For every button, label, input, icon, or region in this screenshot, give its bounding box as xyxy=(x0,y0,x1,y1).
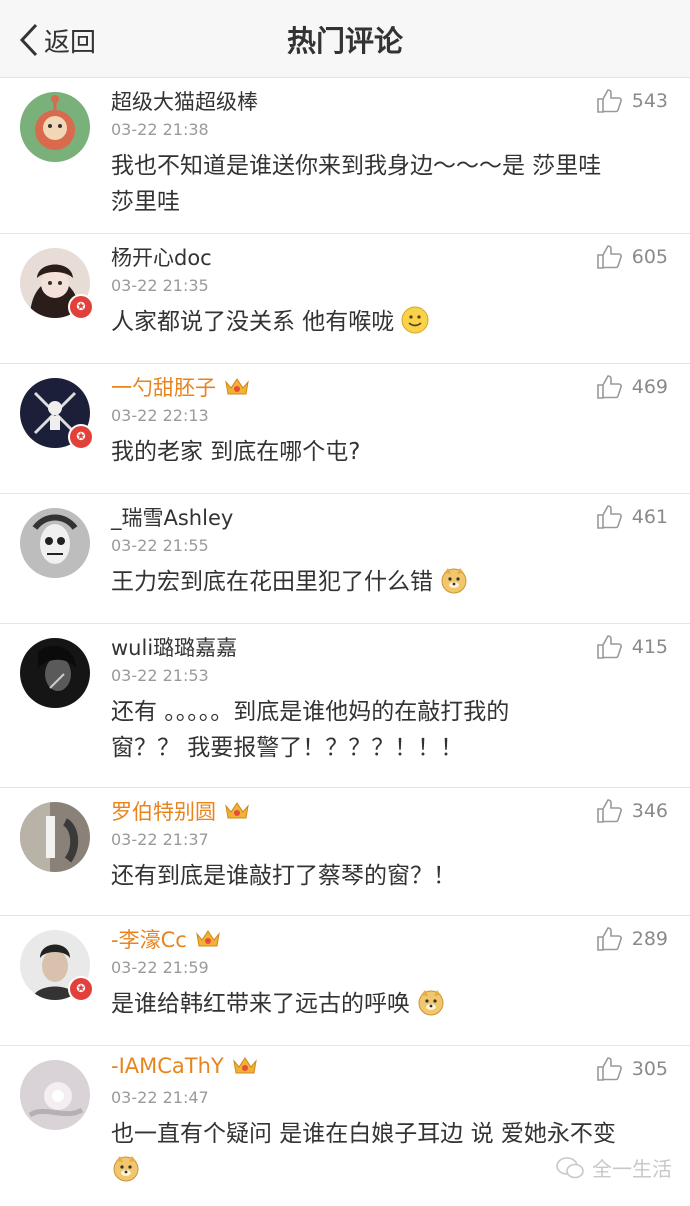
like-count: 305 xyxy=(631,1058,668,1080)
thumbs-up-icon xyxy=(596,375,622,399)
watermark: 全一生活 xyxy=(556,1153,672,1182)
comment-time: 03-22 22:13 xyxy=(111,406,209,425)
vip-crown-icon xyxy=(232,1055,258,1077)
like-count: 346 xyxy=(631,800,668,822)
avatar[interactable]: ✪ xyxy=(20,930,94,1002)
avatar[interactable] xyxy=(20,92,90,162)
comment-time: 03-22 21:55 xyxy=(111,536,209,555)
thumbs-up-icon xyxy=(596,799,622,823)
like-count: 605 xyxy=(631,246,668,268)
comment-text: 还有 。。。。。到底是谁他妈的在敲打我的 窗？？ 我要报警了！？？？！！！ xyxy=(111,699,510,761)
commenter-name[interactable]: _瑞雪Ashley xyxy=(111,502,233,532)
top-navbar: 返回 热门评论 xyxy=(0,0,690,78)
comment-time: 03-22 21:47 xyxy=(111,1088,209,1107)
comment-text: 是谁给韩红带来了远古的呼唤 xyxy=(111,986,671,1022)
commenter-name[interactable]: 一勺甜胚子 xyxy=(111,372,250,402)
doge-emoji-icon xyxy=(439,565,469,595)
like-count: 415 xyxy=(631,636,668,658)
commenter-name[interactable]: 罗伯特别圆 xyxy=(111,796,250,826)
comment-item: wuli璐璐嘉嘉 03-22 21:53 415 还有 。。。。。到底是谁他妈的… xyxy=(0,624,690,788)
wechat-icon xyxy=(556,1156,584,1178)
vip-crown-icon xyxy=(224,376,250,398)
commenter-name[interactable]: 杨开心doc xyxy=(111,242,212,272)
vip-crown-icon xyxy=(195,928,221,950)
comment-text: 人家都说了没关系 他有喉咙 xyxy=(111,304,671,340)
thumbs-up-icon xyxy=(596,927,622,951)
comment-item: ✪ 一勺甜胚子 03-22 22:13 469 我的老家 到底在哪个屯? xyxy=(0,364,690,494)
like-count: 289 xyxy=(631,928,668,950)
comment-time: 03-22 21:37 xyxy=(111,830,209,849)
avatar[interactable] xyxy=(20,802,90,872)
avatar[interactable]: ✪ xyxy=(20,248,94,320)
comment-item: -IAMCaThY 03-22 21:47 305 也一直有个疑问 是谁在白娘子… xyxy=(0,1046,690,1206)
comment-time: 03-22 21:53 xyxy=(111,666,209,685)
smile-emoji-icon xyxy=(400,305,430,335)
like-button[interactable]: 305 xyxy=(596,1056,668,1082)
comment-item: ✪ -李濠Cc 03-22 21:59 289 是谁给韩红带来了远古的呼唤 xyxy=(0,916,690,1046)
comment-text: 还有到底是谁敲打了蔡琴的窗？！ xyxy=(111,863,456,889)
like-button[interactable]: 289 xyxy=(596,926,668,952)
watermark-text: 全一生活 xyxy=(592,1157,672,1181)
thumbs-up-icon xyxy=(596,505,622,529)
like-count: 461 xyxy=(631,506,668,528)
doge-emoji-icon xyxy=(416,987,446,1017)
thumbs-up-icon xyxy=(596,89,622,113)
like-button[interactable]: 415 xyxy=(596,634,668,660)
comment-text: 王力宏到底在花田里犯了什么错 xyxy=(111,564,671,600)
thumbs-up-icon xyxy=(596,635,622,659)
like-button[interactable]: 346 xyxy=(596,798,668,824)
commenter-name[interactable]: -李濠Cc xyxy=(111,924,221,954)
avatar[interactable] xyxy=(20,508,90,578)
thumbs-up-icon xyxy=(596,1057,622,1081)
like-button[interactable]: 461 xyxy=(596,504,668,530)
comment-list: 超级大猫超级棒 03-22 21:38 543 我也不知道是谁送你来到我身边～～… xyxy=(0,78,690,1206)
comment-item: 超级大猫超级棒 03-22 21:38 543 我也不知道是谁送你来到我身边～～… xyxy=(0,78,690,234)
commenter-name[interactable]: wuli璐璐嘉嘉 xyxy=(111,632,237,662)
doge-emoji-icon xyxy=(111,1153,141,1183)
commenter-name[interactable]: 超级大猫超级棒 xyxy=(111,86,258,116)
like-button[interactable]: 469 xyxy=(596,374,668,400)
comment-item: _瑞雪Ashley 03-22 21:55 461 王力宏到底在花田里犯了什么错 xyxy=(0,494,690,624)
thumbs-up-icon xyxy=(596,245,622,269)
comment-item: 罗伯特别圆 03-22 21:37 346 还有到底是谁敲打了蔡琴的窗？！ xyxy=(0,788,690,916)
comment-text: 我也不知道是谁送你来到我身边～～～是 莎里哇 莎里哇 xyxy=(111,153,602,215)
like-count: 469 xyxy=(631,376,668,398)
like-button[interactable]: 543 xyxy=(596,88,668,114)
comment-item: ✪ 杨开心doc 03-22 21:35 605 人家都说了没关系 他有喉咙 xyxy=(0,234,690,364)
like-button[interactable]: 605 xyxy=(596,244,668,270)
vip-crown-icon xyxy=(224,800,250,822)
comment-time: 03-22 21:59 xyxy=(111,958,209,977)
verified-badge: ✪ xyxy=(68,976,94,1002)
avatar[interactable]: ✪ xyxy=(20,378,94,450)
comment-time: 03-22 21:35 xyxy=(111,276,209,295)
verified-badge: ✪ xyxy=(68,424,94,450)
page-title: 热门评论 xyxy=(286,24,403,58)
like-count: 543 xyxy=(631,90,668,112)
comment-time: 03-22 21:38 xyxy=(111,120,209,139)
avatar[interactable] xyxy=(20,638,90,708)
comment-text: 我的老家 到底在哪个屯? xyxy=(111,439,361,465)
commenter-name[interactable]: -IAMCaThY xyxy=(111,1054,258,1078)
avatar[interactable] xyxy=(20,1060,90,1130)
verified-badge: ✪ xyxy=(68,294,94,320)
